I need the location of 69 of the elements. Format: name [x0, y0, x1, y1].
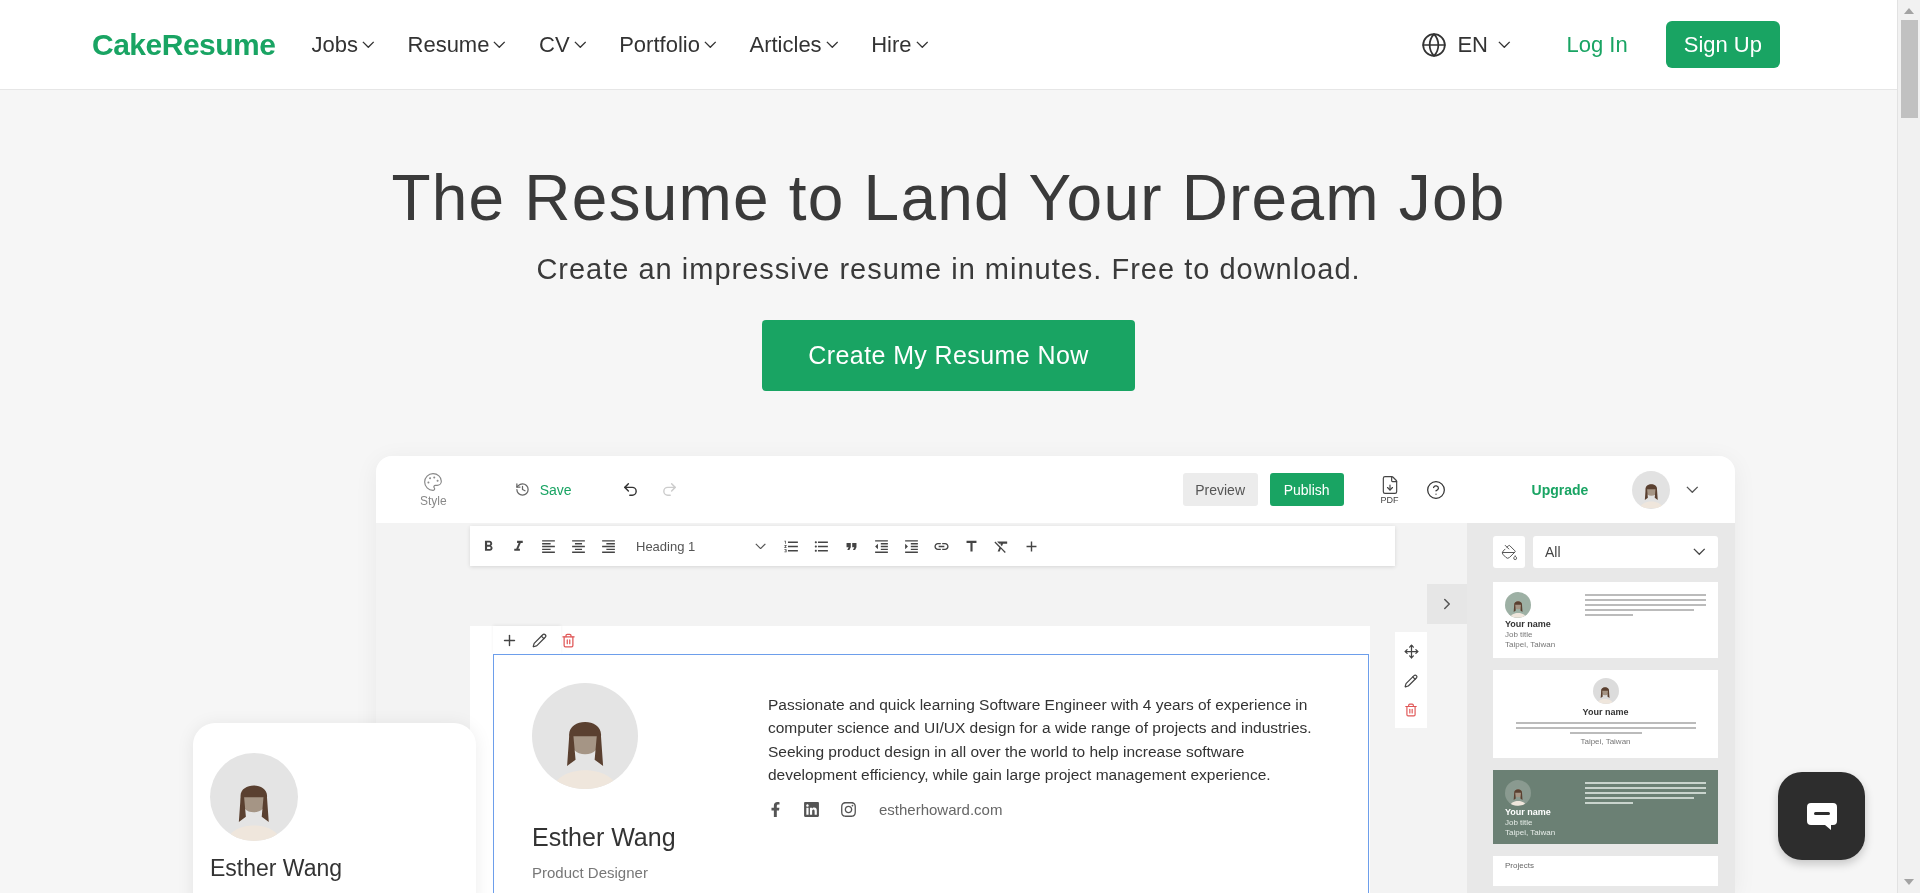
- chevron-down-icon: [1686, 485, 1699, 494]
- template-job-title: Job title: [1505, 818, 1534, 827]
- template-name: Your name: [1505, 807, 1552, 817]
- website-link[interactable]: estherhoward.com: [879, 800, 1003, 818]
- history-icon: [514, 482, 530, 497]
- chevron-down-icon: [754, 542, 766, 550]
- preview-button[interactable]: Preview: [1182, 473, 1258, 506]
- resume-summary: Passionate and quick learning Software Engineer with 4 years of experience in computer science and UI/UX design for a wide range of projects and industries. Seeking product design in all over the world to help increase software development efficiency, while gain large project management experience.: [768, 695, 1313, 786]
- profile-card-name: Esther Wang: [210, 855, 344, 881]
- chevron-down-icon: [573, 40, 587, 49]
- chevron-down-icon: [1497, 40, 1511, 49]
- color-fill-button[interactable]: [1493, 536, 1525, 568]
- resume-name: Esther Wang: [532, 823, 677, 852]
- template-job-title: Job title: [1505, 630, 1534, 639]
- help-button[interactable]: [1425, 479, 1446, 500]
- account-menu-button[interactable]: [1632, 470, 1699, 509]
- template-thumbnail[interactable]: Projects: [1493, 856, 1718, 886]
- edit-button[interactable]: [1404, 673, 1418, 688]
- paint-bucket-icon: [1500, 543, 1518, 561]
- hero-subtitle: Create an impressive resume in minutes. Free to download.: [536, 253, 1361, 285]
- pdf-download-button[interactable]: PDF: [1379, 474, 1400, 505]
- template-filter-select[interactable]: All: [1533, 536, 1718, 568]
- chevron-down-icon: [825, 40, 839, 49]
- nav-menu-item[interactable]: Resume: [407, 31, 507, 58]
- nav-menu-item[interactable]: Hire: [871, 31, 929, 58]
- edit-button[interactable]: [532, 632, 547, 648]
- delete-button[interactable]: [561, 632, 576, 648]
- chevron-down-icon: [703, 40, 717, 49]
- align-right-icon[interactable]: [600, 537, 617, 555]
- undo-button[interactable]: [621, 481, 639, 498]
- chevron-down-icon: [361, 40, 375, 49]
- chat-icon: [1804, 801, 1839, 831]
- chevron-down-icon: [915, 40, 929, 49]
- template-thumbnail[interactable]: Your name Job title Taipei, Taiwan: [1493, 770, 1718, 844]
- nav-menu-item[interactable]: CV: [539, 31, 587, 58]
- facebook-icon[interactable]: [768, 801, 783, 817]
- template-location: Taipei, Taiwan: [1505, 640, 1557, 649]
- language-selector[interactable]: EN: [1421, 31, 1511, 58]
- chevron-down-icon: [1693, 548, 1706, 556]
- resume-job-title: Product Designer: [532, 864, 649, 881]
- photo-placeholder: [1592, 678, 1619, 704]
- palette-icon: [423, 471, 444, 492]
- template-location: Taipei, Taiwan: [1580, 737, 1631, 746]
- template-thumbnail[interactable]: Your name Taipei, Taiwan: [1493, 670, 1718, 758]
- photo-placeholder: [1505, 780, 1531, 806]
- nav-menu-item[interactable]: Articles: [749, 31, 839, 58]
- align-center-icon[interactable]: [570, 537, 587, 555]
- template-heading: Projects: [1505, 861, 1534, 870]
- template-location: Taipei, Taiwan: [1505, 828, 1557, 837]
- outdent-icon[interactable]: [873, 537, 890, 555]
- instagram-icon[interactable]: [840, 800, 857, 818]
- nav-menu-item[interactable]: Portfolio: [619, 31, 717, 58]
- nav-menu-item[interactable]: Jobs: [311, 31, 375, 58]
- align-left-icon[interactable]: [540, 537, 557, 555]
- linkedin-icon[interactable]: [803, 800, 820, 818]
- heading-select[interactable]: Heading 1: [636, 538, 766, 554]
- move-button[interactable]: [1403, 643, 1419, 659]
- delete-button[interactable]: [1404, 702, 1418, 717]
- style-button[interactable]: Style: [420, 471, 447, 508]
- template-name: Your name: [1505, 619, 1552, 629]
- hero-title: The Resume to Land Your Dream Job: [391, 162, 1506, 234]
- indent-icon[interactable]: [903, 537, 920, 555]
- photo-placeholder: [1505, 592, 1531, 618]
- template-thumbnail[interactable]: Your name Job title Taipei, Taiwan: [1493, 582, 1718, 658]
- globe-icon: [1421, 31, 1448, 58]
- chat-button[interactable]: [1778, 772, 1865, 860]
- photo-placeholder: [1632, 470, 1671, 509]
- template-name: Your name: [1582, 707, 1629, 717]
- chevron-down-icon: [493, 40, 507, 49]
